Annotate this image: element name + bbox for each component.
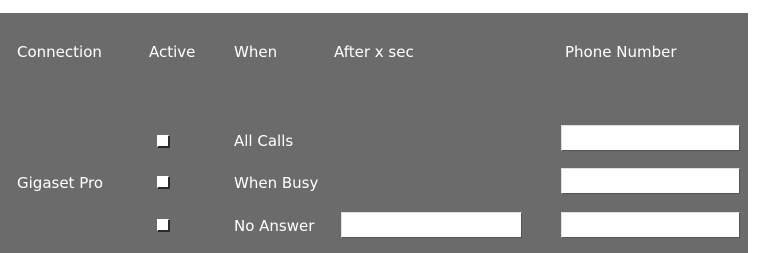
phone-number-input-when-busy[interactable] <box>561 168 740 194</box>
header-active: Active <box>149 43 196 61</box>
active-checkbox-no-answer[interactable] <box>157 219 170 232</box>
call-forwarding-panel: Connection Active When After x sec Phone… <box>0 13 748 253</box>
header-after-x-sec: After x sec <box>334 43 414 61</box>
phone-number-input-no-answer[interactable] <box>561 212 740 238</box>
after-x-sec-input-no-answer[interactable] <box>341 212 522 238</box>
when-label-all-calls: All Calls <box>234 132 294 150</box>
header-when: When <box>234 43 278 61</box>
header-phone-number: Phone Number <box>565 43 677 61</box>
when-label-no-answer: No Answer <box>234 217 315 235</box>
phone-number-input-all-calls[interactable] <box>561 125 740 151</box>
connection-name: Gigaset Pro <box>17 174 103 192</box>
active-checkbox-when-busy[interactable] <box>157 176 170 189</box>
header-connection: Connection <box>17 43 102 61</box>
active-checkbox-all-calls[interactable] <box>157 135 170 148</box>
when-label-when-busy: When Busy <box>234 174 319 192</box>
